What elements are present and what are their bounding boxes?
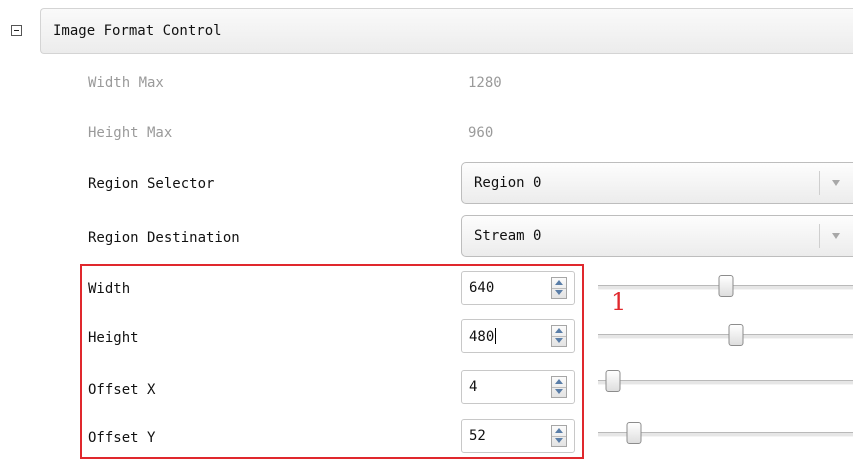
- height-max-value: 960: [468, 125, 494, 141]
- spin-down-icon[interactable]: [552, 336, 566, 346]
- height-slider[interactable]: [598, 324, 853, 348]
- spin-buttons: [551, 277, 567, 299]
- collapse-toggle-icon[interactable]: [11, 25, 22, 36]
- text-cursor: [495, 328, 497, 344]
- spin-buttons: [551, 376, 567, 398]
- category-header[interactable]: Image Format Control: [40, 8, 853, 54]
- slider-track: [598, 334, 853, 339]
- height-max-label: Height Max: [88, 125, 173, 141]
- spin-down-icon[interactable]: [552, 436, 566, 446]
- category-title: Image Format Control: [53, 23, 222, 39]
- width-max-label: Width Max: [88, 75, 164, 91]
- height-value-wrap: 480: [469, 328, 497, 345]
- feature-tree: Image Format Control Width Max 1280 Heig…: [0, 0, 853, 463]
- height-spinbox[interactable]: 480: [461, 319, 575, 353]
- spin-buttons: [551, 425, 567, 447]
- height-label: Height: [88, 330, 139, 346]
- chevron-down-icon[interactable]: [832, 233, 840, 239]
- slider-thumb[interactable]: [728, 324, 744, 346]
- spin-down-icon[interactable]: [552, 387, 566, 397]
- offset-x-spinbox[interactable]: 4: [461, 370, 575, 404]
- width-label: Width: [88, 281, 131, 297]
- slider-thumb[interactable]: [605, 370, 621, 392]
- offset-y-spinbox[interactable]: 52: [461, 419, 575, 453]
- slider-thumb[interactable]: [626, 422, 642, 444]
- region-selector-value: Region 0: [474, 175, 542, 191]
- offset-x-slider[interactable]: [598, 370, 853, 394]
- dropdown-separator: [819, 224, 820, 248]
- spin-down-icon[interactable]: [552, 288, 566, 298]
- width-max-value: 1280: [468, 75, 502, 91]
- height-value: 480: [469, 329, 495, 345]
- spin-buttons: [551, 325, 567, 347]
- region-destination-label: Region Destination: [88, 230, 240, 246]
- chevron-down-icon[interactable]: [832, 180, 840, 186]
- slider-track: [598, 380, 853, 385]
- offset-y-label: Offset Y: [88, 430, 156, 446]
- offset-x-label: Offset X: [88, 382, 156, 398]
- region-selector-dropdown[interactable]: Region 0: [461, 162, 853, 204]
- region-destination-value: Stream 0: [474, 228, 542, 244]
- dropdown-separator: [819, 171, 820, 195]
- annotation-label: 1: [611, 288, 627, 316]
- width-value: 640: [469, 280, 495, 296]
- offset-x-value: 4: [469, 379, 478, 395]
- width-spinbox[interactable]: 640: [461, 271, 575, 305]
- slider-thumb[interactable]: [718, 275, 733, 297]
- width-slider[interactable]: [598, 275, 853, 299]
- offset-y-slider[interactable]: [598, 422, 853, 446]
- region-selector-label: Region Selector: [88, 176, 215, 192]
- offset-y-value: 52: [469, 428, 486, 444]
- region-destination-dropdown[interactable]: Stream 0: [461, 215, 853, 257]
